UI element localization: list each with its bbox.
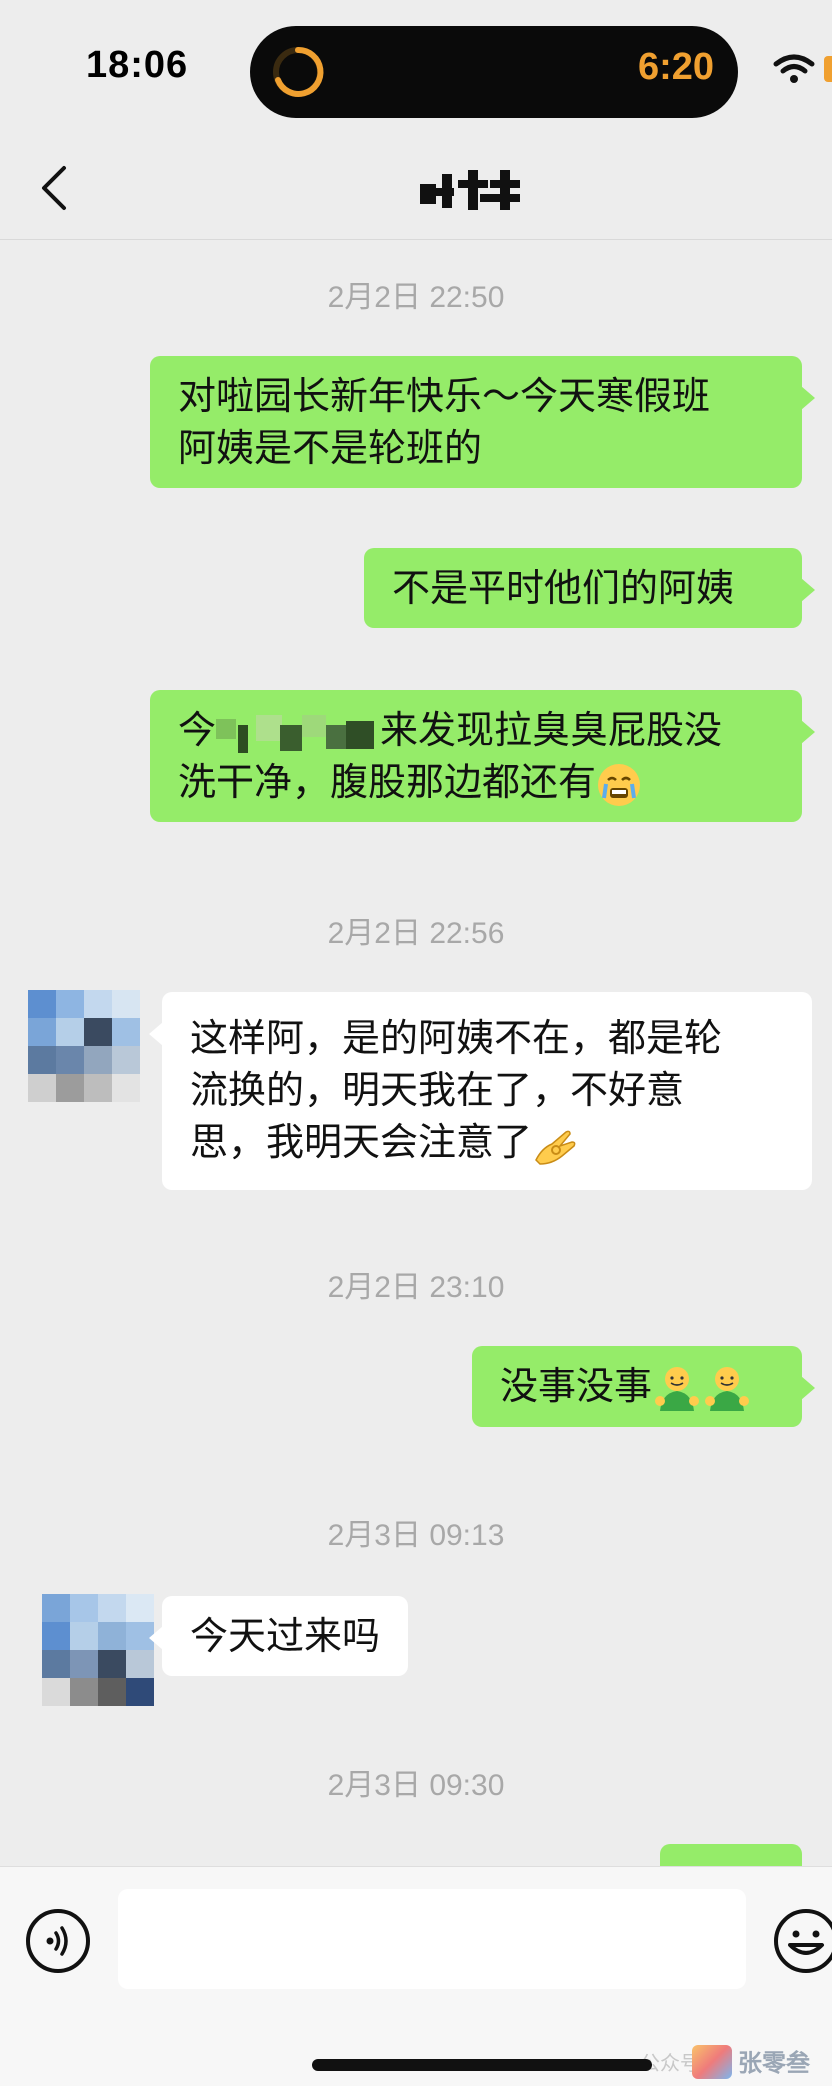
watermark-brand: 张零叁 xyxy=(738,2049,810,2077)
message-bubble-outgoing[interactable]: 今 来发现拉臭臭屁股没 洗干净，腹股那边都还有 xyxy=(150,690,815,822)
green-smiley-icon xyxy=(655,1366,700,1411)
message-text: 这样阿，是的阿姨不在，都是轮 xyxy=(190,1016,723,1060)
message-input[interactable] xyxy=(118,1889,746,1989)
dynamic-island[interactable]: 6:20 xyxy=(250,26,738,118)
message-text-line: 思，我明天会注意了 xyxy=(190,1116,784,1168)
message-text: 不是平时他们的阿姨 xyxy=(392,566,735,610)
message-bubble-outgoing[interactable]: 不是平时他们的阿姨 xyxy=(364,548,815,628)
island-timer: 6:20 xyxy=(637,46,714,88)
message-text-line: 没事没事 xyxy=(500,1360,774,1413)
message-text: 流换的，明天我在了，不好意 xyxy=(190,1068,685,1112)
timestamp: 2月3日 09:30 xyxy=(327,1769,505,1802)
status-bar: 18:06 6:20 xyxy=(0,0,832,140)
message-text: 阿姨是不是轮班的 xyxy=(178,426,483,470)
watermark: 公众号 张零叁 xyxy=(640,2043,832,2083)
message-text: 没事没事 xyxy=(500,1364,653,1408)
timer-ring-icon xyxy=(273,46,324,97)
status-time: 18:06 xyxy=(86,44,189,86)
input-bar: 公众号 张零叁 xyxy=(0,1866,832,2086)
timestamp: 2月2日 22:50 xyxy=(327,281,505,314)
timestamp: 2月3日 09:13 xyxy=(327,1519,505,1552)
message-text: 来发现拉臭臭屁股没 xyxy=(380,708,723,752)
message-text: 今天过来吗 xyxy=(190,1614,381,1658)
ok-hand-icon xyxy=(535,1130,576,1165)
timestamp: 2月2日 22:56 xyxy=(327,917,505,950)
contact-avatar[interactable] xyxy=(28,990,140,1102)
message-text-line: 洗干净，腹股那边都还有 xyxy=(178,756,774,808)
voice-icon[interactable] xyxy=(24,1907,92,1975)
chat-header xyxy=(0,140,832,240)
watermark-logo-icon xyxy=(692,2045,732,2079)
message-text: 洗干净，腹股那边都还有 xyxy=(178,760,597,804)
message-text: 对啦园长新年快乐～今天寒假班 xyxy=(178,374,711,418)
emoji-icon[interactable] xyxy=(772,1907,832,1975)
timestamp: 2月2日 23:10 xyxy=(327,1271,505,1304)
chevron-left-icon[interactable] xyxy=(36,162,72,214)
message-text-line: 今 来发现拉臭臭屁股没 xyxy=(178,704,774,756)
message-bubble-incoming[interactable]: 今天过来吗 xyxy=(148,1596,409,1676)
redaction-mosaic xyxy=(216,711,380,755)
message-bubble-incoming[interactable]: 这样阿，是的阿姨不在，都是轮 流换的，明天我在了，不好意 思，我明天会注意了 xyxy=(149,992,812,1190)
message-bubble-outgoing[interactable]: 对啦园长新年快乐～今天寒假班 阿姨是不是轮班的 xyxy=(150,356,815,488)
battery-icon xyxy=(824,56,832,82)
wifi-icon xyxy=(773,54,815,83)
home-indicator xyxy=(312,2059,652,2071)
message-text: 思，我明天会注意了 xyxy=(190,1120,533,1164)
green-smiley-icon xyxy=(705,1366,750,1411)
contact-avatar[interactable] xyxy=(42,1594,154,1706)
message-text: 今 xyxy=(178,708,217,752)
contact-name-redacted xyxy=(420,170,540,212)
crying-face-icon xyxy=(598,763,641,806)
message-bubble-outgoing[interactable]: 没事没事 xyxy=(472,1346,815,1427)
